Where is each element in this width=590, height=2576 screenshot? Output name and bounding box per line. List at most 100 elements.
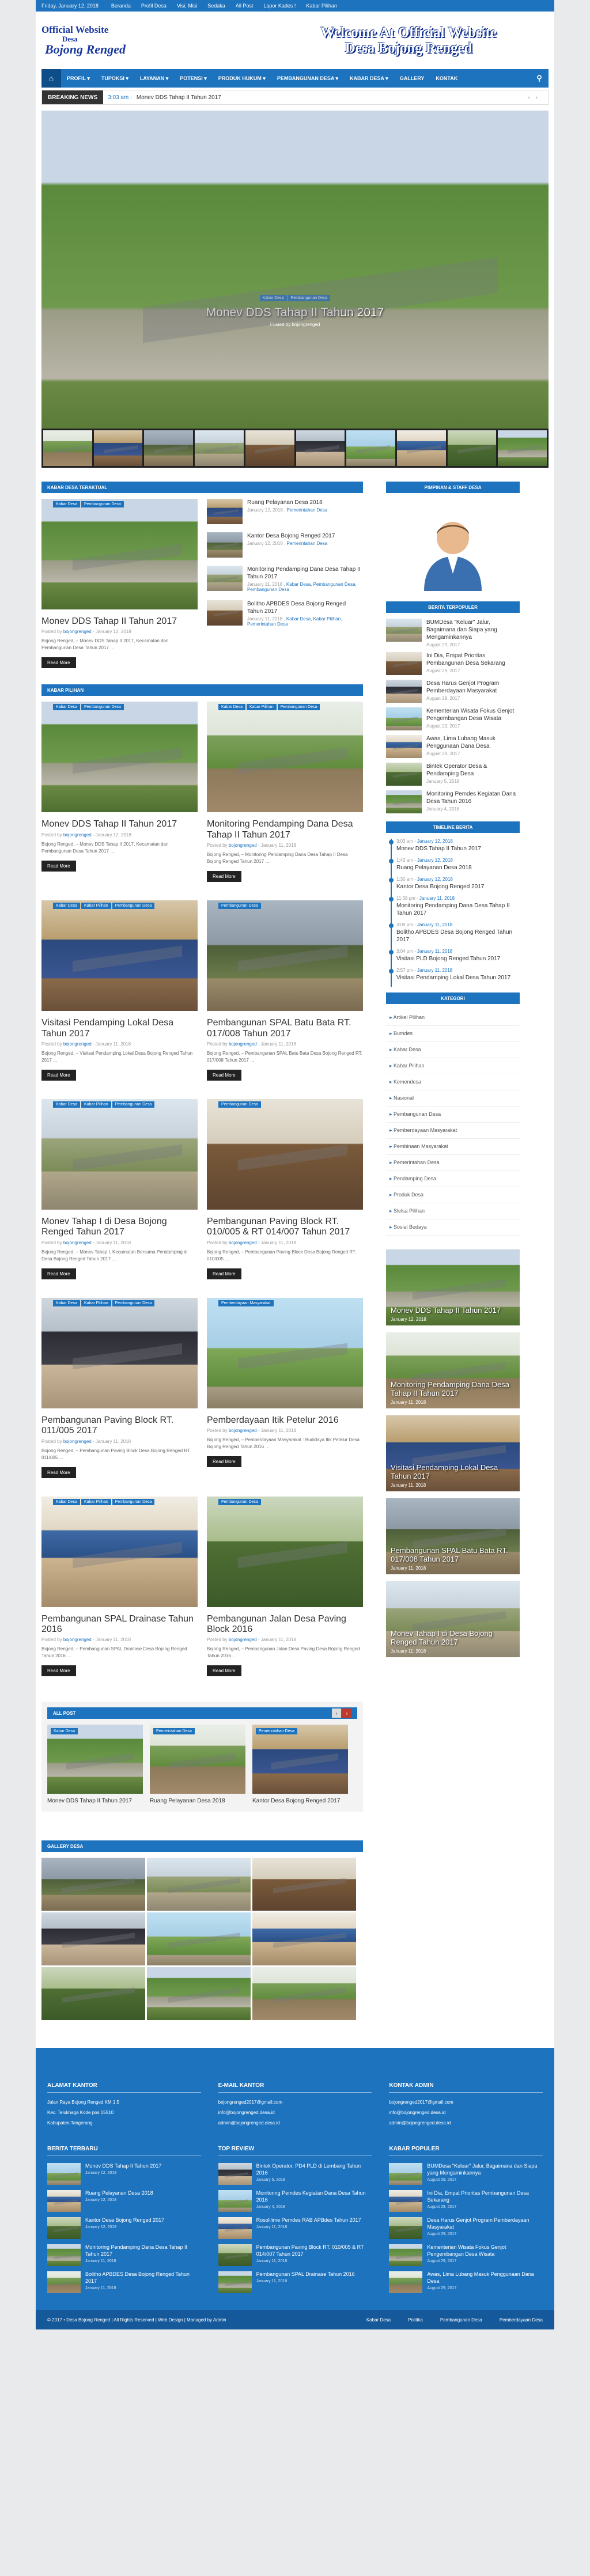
slider-thumbnail[interactable] <box>346 430 395 466</box>
post-title[interactable]: Pembangunan Jalan Desa Paving Block 2016 <box>207 1614 363 1635</box>
post-image[interactable]: Kabar Desa Kabar Pilihan Pembangunan Desa <box>41 1496 198 1607</box>
side-featured-post[interactable]: Monev DDS Tahap II Tahun 2017 January 12,… <box>386 1249 520 1325</box>
gallery-image[interactable] <box>147 1858 251 1911</box>
post-author[interactable]: bojongrenged <box>229 1428 257 1433</box>
carousel-item[interactable]: Kabar Desa Monev DDS Tahap II Tahun 2017 <box>47 1725 143 1805</box>
post-title[interactable]: Visitasi Pendamping Lokal Desa Tahun 201… <box>391 1463 515 1481</box>
post-thumbnail[interactable] <box>386 790 422 813</box>
post-image[interactable]: Pemberdayaan Masyarakat <box>207 1297 363 1408</box>
post-title[interactable]: Monev DDS Tahap II Tahun 2017 <box>41 616 198 627</box>
slider-thumbnail[interactable] <box>144 430 194 466</box>
post-title[interactable]: Kantor Desa Bojong Renged 2017 <box>247 532 335 540</box>
category-link[interactable]: Pendamping Desa <box>386 1171 520 1187</box>
post-image[interactable]: Kabar Desa Kabar Pilihan Pembangunan Desa <box>41 900 198 1012</box>
read-more-button[interactable]: Read More <box>41 1268 76 1279</box>
footer-post[interactable]: Monitoring Pemdes Kegiatan Dana Desa Tah… <box>218 2190 372 2213</box>
slider-thumbnail[interactable] <box>93 430 143 466</box>
post-title[interactable]: Monitoring Pendamping Dana Desa Tahap II… <box>85 2244 201 2257</box>
top-nav-link[interactable]: All Post <box>236 3 254 9</box>
timeline-item[interactable]: 3:04 pm - January 11, 2018 Visitasi PLD B… <box>389 949 520 968</box>
post-author[interactable]: bojongrenged <box>229 1041 257 1047</box>
post-title[interactable]: Pembangunan Paving Block RT. 010/005 & R… <box>256 2244 372 2257</box>
popular-item[interactable]: BUMDesa "Keluar" Jalur, Bagaimana dan Si… <box>386 619 520 647</box>
carousel-item[interactable]: Pemerintahan Desa Kantor Desa Bojong Reng… <box>252 1725 348 1805</box>
category-badge[interactable]: Kabar Desa <box>53 501 80 507</box>
post-card[interactable]: Kabar Desa Pembangunan Desa Monev DDS Taha… <box>41 702 198 882</box>
timeline-title[interactable]: Kantor Desa Bojong Renged 2017 <box>396 883 520 891</box>
post-thumbnail[interactable] <box>386 707 422 730</box>
category-badge[interactable]: Pembangunan Desa <box>112 1101 155 1108</box>
category-link[interactable]: Produk Desa <box>386 1187 520 1203</box>
read-more-button[interactable]: Read More <box>41 1069 76 1081</box>
post-image[interactable]: Pembangunan Desa <box>207 900 363 1012</box>
category-badge[interactable]: Pembangunan Desa <box>81 704 124 711</box>
footer-link[interactable]: Pembangunan Desa <box>440 2317 482 2323</box>
footer-post[interactable]: Desa Harus Genjot Program Pemberdayaan M… <box>389 2217 543 2240</box>
footer-post[interactable]: Ruang Pelayanan Desa 2018 January 12, 201… <box>47 2190 201 2213</box>
post-card[interactable]: Pembangunan Desa Pembangunan SPAL Batu Ba… <box>207 900 363 1081</box>
home-icon[interactable]: ⌂ <box>41 69 61 88</box>
footer-line[interactable]: admin@bojongrenged.desa.id <box>389 2120 543 2126</box>
post-title[interactable]: Monitoring Pendamping Dana Desa Tahap II… <box>391 1380 515 1398</box>
read-more-button[interactable]: Read More <box>207 871 241 882</box>
post-title[interactable]: Ini Dia, Empat Prioritas Pembangunan Des… <box>426 652 520 667</box>
category-link[interactable]: Kabar Desa <box>386 1042 520 1058</box>
post-thumbnail[interactable] <box>207 600 243 626</box>
post-title[interactable]: Ruang Pelayanan Desa 2018 <box>150 1797 245 1805</box>
post-card[interactable]: Kabar Desa Kabar Pilihan Pembangunan Desa V… <box>41 900 198 1081</box>
timeline-item[interactable]: 11:38 pm - January 11, 2018 Monitoring Pe… <box>389 896 520 922</box>
footer-post[interactable]: BUMDesa "Keluar" Jalur, Bagaimana dan Si… <box>389 2163 543 2185</box>
post-thumbnail[interactable] <box>218 2190 252 2213</box>
post-image[interactable]: Kabar Desa Pembangunan Desa <box>41 702 198 813</box>
post-title[interactable]: BUMDesa "Keluar" Jalur, Bagaimana dan Si… <box>426 619 520 641</box>
popular-item[interactable]: Monitoring Pemdes Kegiatan Dana Desa Tah… <box>386 790 520 813</box>
post-title[interactable]: Monev Tahap I di Desa Bojong Renged Tahu… <box>41 1217 198 1238</box>
popular-item[interactable]: Ini Dia, Empat Prioritas Pembangunan Des… <box>386 652 520 675</box>
post-title[interactable]: Pembangunan SPAL Drainase Tahun 2016 <box>256 2271 355 2278</box>
list-item[interactable]: Bolitho APBDES Desa Bojong Renged Tahun … <box>207 600 363 627</box>
post-thumbnail[interactable] <box>386 680 422 703</box>
category-link[interactable]: Bumdes <box>386 1026 520 1042</box>
slider-thumbnail[interactable] <box>43 430 92 466</box>
category-badge[interactable]: Kabar Desa <box>259 295 287 301</box>
side-featured-post[interactable]: Visitasi Pendamping Lokal Desa Tahun 201… <box>386 1415 520 1491</box>
post-thumbnail[interactable] <box>47 2190 81 2213</box>
top-nav-link[interactable]: Sedaka <box>207 3 225 9</box>
post-author[interactable]: bojongrenged <box>229 1637 257 1642</box>
read-more-button[interactable]: Read More <box>41 860 76 872</box>
category-link[interactable]: Artikel Pilihan <box>386 1010 520 1026</box>
post-card[interactable]: Pemberdayaan Masyarakat Pemberdayaan Itik… <box>207 1297 363 1478</box>
post-image[interactable]: Kabar Desa Kabar Pilihan Pembangunan Desa <box>207 702 363 813</box>
top-nav-link[interactable]: Kabar Pilihan <box>306 3 337 9</box>
carousel-next-icon[interactable]: › <box>342 1709 351 1718</box>
post-image[interactable]: Kabar Desa Kabar Pilihan Pembangunan Desa <box>41 1297 198 1408</box>
post-title[interactable]: Bintek Operator Desa & Pendamping Desa <box>426 763 520 778</box>
top-nav-link[interactable]: Profil Desa <box>141 3 167 9</box>
menu-item[interactable]: PROFIL ▾ <box>61 75 96 82</box>
footer-line[interactable]: bojongrenged2017@gmail.com <box>218 2100 372 2105</box>
post-thumbnail[interactable] <box>207 499 243 524</box>
menu-item[interactable]: PEMBANGUNAN DESA ▾ <box>271 75 344 82</box>
footer-link[interactable]: Politika <box>408 2317 423 2323</box>
post-thumbnail[interactable] <box>389 2163 423 2185</box>
post-title[interactable]: Ini Dia, Empat Prioritas Pembangunan Des… <box>427 2190 543 2203</box>
post-title[interactable]: Kantor Desa Bojong Renged 2017 <box>85 2217 164 2224</box>
footer-post[interactable]: Monev DDS Tahap II Tahun 2017 January 12,… <box>47 2163 201 2185</box>
timeline-item[interactable]: 3:03 am - January 12, 2018 Monev DDS Taha… <box>389 839 520 858</box>
post-image[interactable]: Pembangunan Desa <box>207 1496 363 1607</box>
read-more-button[interactable]: Read More <box>41 1467 76 1478</box>
post-thumbnail[interactable] <box>389 2244 423 2267</box>
post-author[interactable]: bojongrenged <box>63 629 92 634</box>
category-badge[interactable]: Pembangunan Desa <box>81 501 124 507</box>
post-thumbnail[interactable] <box>218 2271 252 2294</box>
read-more-button[interactable]: Read More <box>41 1665 76 1677</box>
post-author[interactable]: bojongrenged <box>229 1240 257 1245</box>
post-author[interactable]: bojongrenged <box>63 1041 92 1047</box>
slider-thumbnail[interactable] <box>296 430 345 466</box>
category-link[interactable]: Slelsa Pilihan <box>386 1203 520 1219</box>
post-card[interactable]: Kabar Desa Kabar Pilihan Pembangunan Desa M… <box>41 1098 198 1279</box>
post-title[interactable]: Kantor Desa Bojong Renged 2017 <box>252 1797 348 1805</box>
post-title[interactable]: Ruang Pelayanan Desa 2018 <box>247 499 327 506</box>
category-badge[interactable]: Pembangunan Desa <box>277 704 320 711</box>
footer-link[interactable]: Pemberdayaan Desa <box>500 2317 543 2323</box>
